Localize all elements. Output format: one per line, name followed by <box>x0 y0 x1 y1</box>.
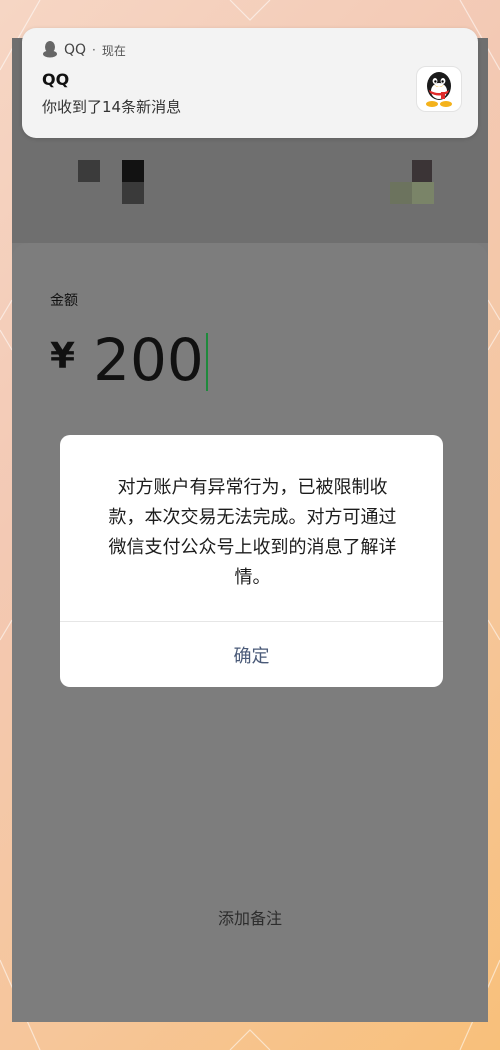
separator-dot: · <box>92 43 96 57</box>
dialog-message: 对方账户有异常行为，已被限制收款，本次交易无法完成。对方可通过微信支付公众号上收… <box>108 477 397 588</box>
pixelated-avatar-center-lower <box>122 182 144 204</box>
amount-value: 200 <box>93 326 204 394</box>
notification-time: 现在 <box>101 43 126 58</box>
amount-label: 金额 <box>50 293 78 309</box>
pixelated-avatar-center <box>122 160 144 182</box>
text-caret <box>205 333 208 391</box>
qq-app-logo <box>416 66 462 112</box>
add-remark-link[interactable]: 添加备注 <box>12 905 488 929</box>
pixelated-block-right-1 <box>412 160 432 182</box>
confirm-button[interactable]: 确定 <box>60 622 443 687</box>
pixelated-block-right-3 <box>412 182 434 204</box>
pixelated-avatar-left <box>78 160 100 182</box>
currency-symbol: ¥ <box>50 336 76 377</box>
qq-penguin-logo-icon <box>426 72 452 107</box>
notification-body: 你收到了14条新消息 <box>42 98 182 116</box>
notification-header: QQ · 现在 <box>42 40 126 60</box>
notification-app-name: QQ <box>64 42 87 58</box>
restriction-alert-dialog: 对方账户有异常行为，已被限制收款，本次交易无法完成。对方可通过微信支付公众号上收… <box>60 435 443 687</box>
pixelated-block-right-2 <box>390 182 412 204</box>
qq-penguin-icon <box>42 40 58 61</box>
notification-title: QQ <box>42 70 70 89</box>
qq-notification[interactable]: QQ · 现在 QQ 你收到了14条新消息 <box>22 28 478 138</box>
amount-input[interactable]: ¥ 200 <box>50 325 208 394</box>
